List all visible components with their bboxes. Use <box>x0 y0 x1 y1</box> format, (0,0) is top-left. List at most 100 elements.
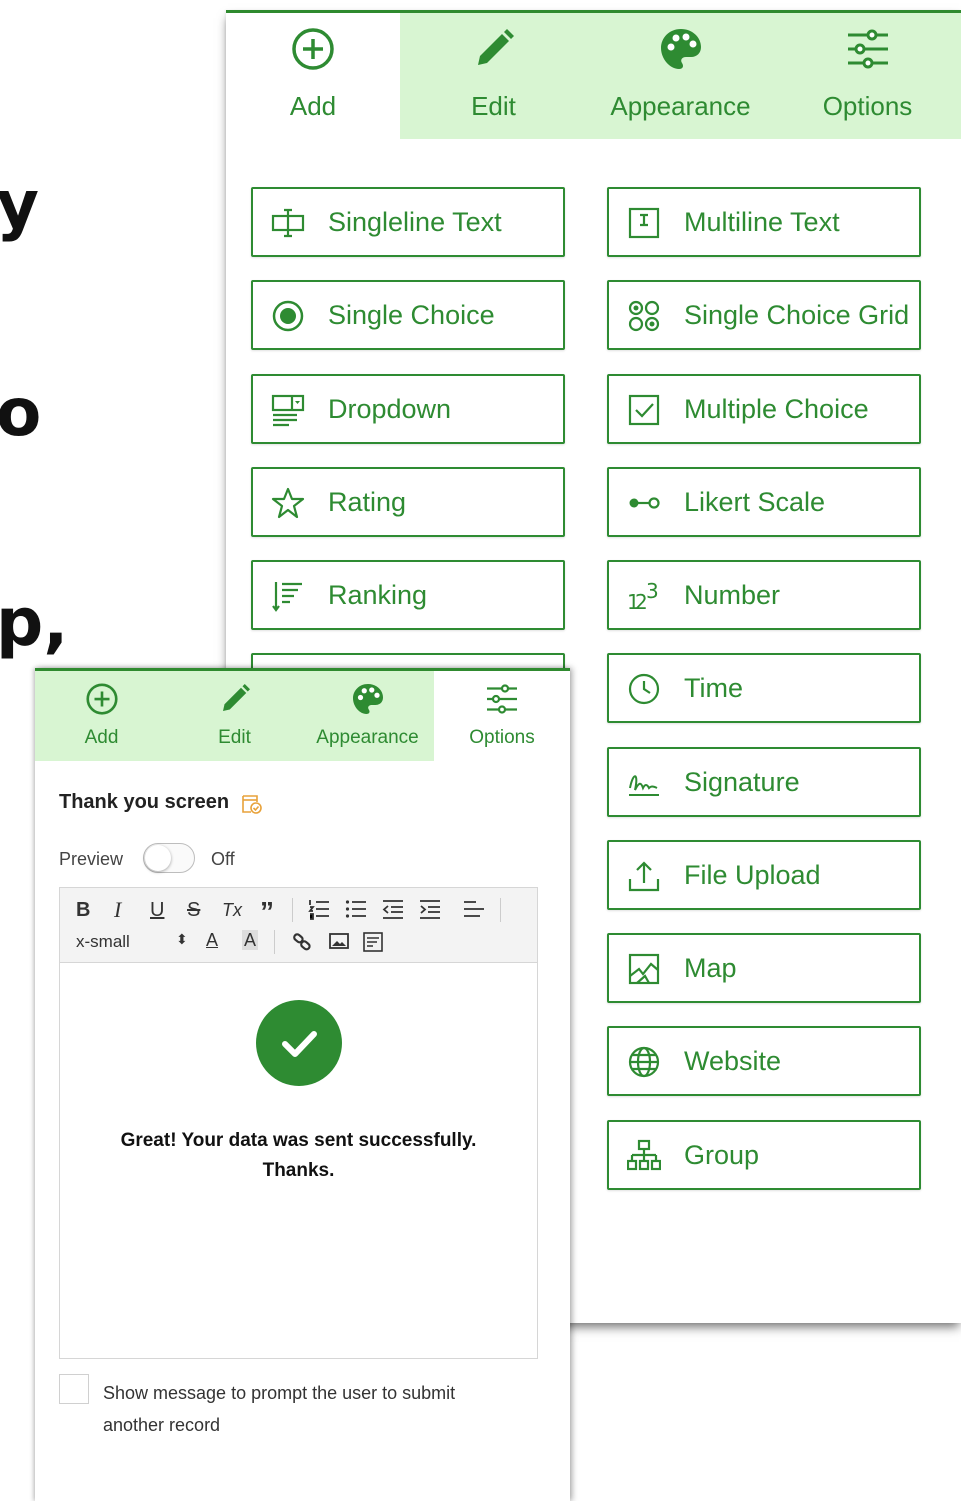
font-size-caret-icon[interactable]: ⬍ <box>176 931 188 948</box>
singleline-text-icon <box>271 208 305 238</box>
tab-options[interactable]: Options <box>774 13 961 139</box>
number-button[interactable]: 123 Number <box>607 560 921 630</box>
globe-icon <box>628 1046 660 1078</box>
signature-icon <box>629 775 659 796</box>
tab-bar: Add Edit Appearance Options <box>226 13 961 139</box>
indent-icon[interactable] <box>419 898 441 920</box>
group-icon <box>627 1139 661 1171</box>
palette-icon <box>352 684 383 714</box>
success-message-line2: Thanks. <box>262 1160 335 1181</box>
button-label: Ranking <box>328 580 428 610</box>
tab-edit[interactable]: Edit <box>168 671 301 761</box>
tab-label: Options <box>822 91 913 121</box>
font-color-button[interactable]: A <box>206 930 218 950</box>
plus-circle-icon <box>292 28 334 70</box>
radio-icon <box>272 300 304 332</box>
tab-label: Edit <box>471 91 516 121</box>
edit-screen-icon[interactable] <box>241 792 263 814</box>
tab-add[interactable]: Add <box>35 671 168 761</box>
background-text-1: y <box>0 166 40 243</box>
rating-button[interactable]: Rating <box>251 467 565 537</box>
link-icon[interactable] <box>292 932 312 952</box>
button-label: Time <box>684 673 743 703</box>
submit-another-label: Show message to prompt the user to submi… <box>103 1383 456 1435</box>
tab-label: Edit <box>218 727 251 748</box>
editor-toolbar: B I U S Tx ” x-small ⬍ A A <box>60 888 537 963</box>
toggle-knob <box>145 845 171 871</box>
tab-options[interactable]: Options <box>434 671 570 761</box>
tab-add[interactable]: Add <box>226 13 400 139</box>
italic-button[interactable]: I <box>114 899 121 921</box>
group-button[interactable]: Group <box>607 1120 921 1190</box>
clear-format-button[interactable]: Tx <box>222 900 242 920</box>
button-label: Single Choice <box>328 300 495 330</box>
preview-toggle[interactable] <box>143 843 195 873</box>
background-text-3: p, <box>0 584 69 661</box>
sliders-icon <box>487 684 517 714</box>
bullet-list-icon[interactable] <box>345 898 367 920</box>
button-label: Singleline Text <box>328 207 502 237</box>
font-size-select[interactable]: x-small <box>76 932 130 952</box>
button-label: Website <box>684 1046 782 1076</box>
strikethrough-button[interactable]: S <box>187 900 200 920</box>
palette-icon <box>660 29 701 69</box>
bg-color-button[interactable]: A <box>242 930 259 950</box>
tab-label: Add <box>289 91 337 121</box>
outdent-icon[interactable] <box>382 898 404 920</box>
button-label: Multiline Text <box>684 207 840 237</box>
tab-label: Options <box>469 727 535 748</box>
tab-bar: Add Edit Appearance Options <box>35 671 570 761</box>
image-icon[interactable] <box>329 932 349 950</box>
clock-icon <box>628 673 660 705</box>
checkbox-icon <box>628 394 660 426</box>
single-choice-button[interactable]: Single Choice <box>251 280 565 350</box>
multiple-choice-button[interactable]: Multiple Choice <box>607 374 921 444</box>
button-label: Signature <box>684 767 800 797</box>
plus-circle-icon <box>85 683 118 715</box>
file-upload-button[interactable]: File Upload <box>607 840 921 910</box>
toolbar-separator <box>274 930 275 954</box>
tab-edit[interactable]: Edit <box>400 13 587 139</box>
ranking-icon <box>272 582 302 612</box>
ranking-button[interactable]: Ranking <box>251 560 565 630</box>
single-choice-grid-button[interactable]: Single Choice Grid <box>607 280 921 350</box>
quote-button[interactable]: ” <box>260 898 274 926</box>
choice-grid-icon <box>628 300 660 332</box>
map-icon <box>628 953 660 985</box>
tab-label: Add <box>84 727 119 748</box>
success-message-line1: Great! Your data was sent successfully. <box>120 1130 477 1151</box>
toolbar-separator <box>292 898 293 922</box>
button-label: Single Choice Grid <box>684 300 910 330</box>
button-label: Multiple Choice <box>684 394 869 424</box>
success-check-icon <box>256 1000 342 1086</box>
toolbar-separator <box>500 898 501 922</box>
map-button[interactable]: Map <box>607 933 921 1003</box>
likert-icon <box>629 497 660 509</box>
text-wrap-icon[interactable] <box>363 932 383 952</box>
svg-text:3: 3 <box>646 579 659 603</box>
button-label: Likert Scale <box>684 487 826 517</box>
tab-appearance[interactable]: Appearance <box>587 13 774 139</box>
submit-another-checkbox[interactable] <box>59 1374 89 1404</box>
tab-label: Appearance <box>610 91 751 121</box>
upload-icon <box>628 861 660 892</box>
button-label: Map <box>684 953 737 983</box>
button-label: Rating <box>328 487 407 517</box>
align-icon[interactable] <box>463 898 485 920</box>
multiline-text-button[interactable]: Multiline Text <box>607 187 921 257</box>
time-button[interactable]: Time <box>607 653 921 723</box>
signature-button[interactable]: Signature <box>607 747 921 817</box>
likert-scale-button[interactable]: Likert Scale <box>607 467 921 537</box>
options-panel: Add Edit Appearance Options Thank you sc… <box>35 668 570 1501</box>
singleline-text-button[interactable]: Singleline Text <box>251 187 565 257</box>
rich-text-editor[interactable]: B I U S Tx ” x-small ⬍ A A Great! Your d… <box>59 887 538 1359</box>
tab-appearance[interactable]: Appearance <box>301 671 434 761</box>
dropdown-button[interactable]: Dropdown <box>251 374 565 444</box>
underline-button[interactable]: U <box>150 900 164 920</box>
numbered-list-icon[interactable] <box>308 898 330 920</box>
bold-button[interactable]: B <box>76 900 90 920</box>
button-label: File Upload <box>684 860 821 890</box>
preview-label: Preview <box>59 849 124 869</box>
website-button[interactable]: Website <box>607 1026 921 1096</box>
pencil-icon <box>222 684 250 711</box>
